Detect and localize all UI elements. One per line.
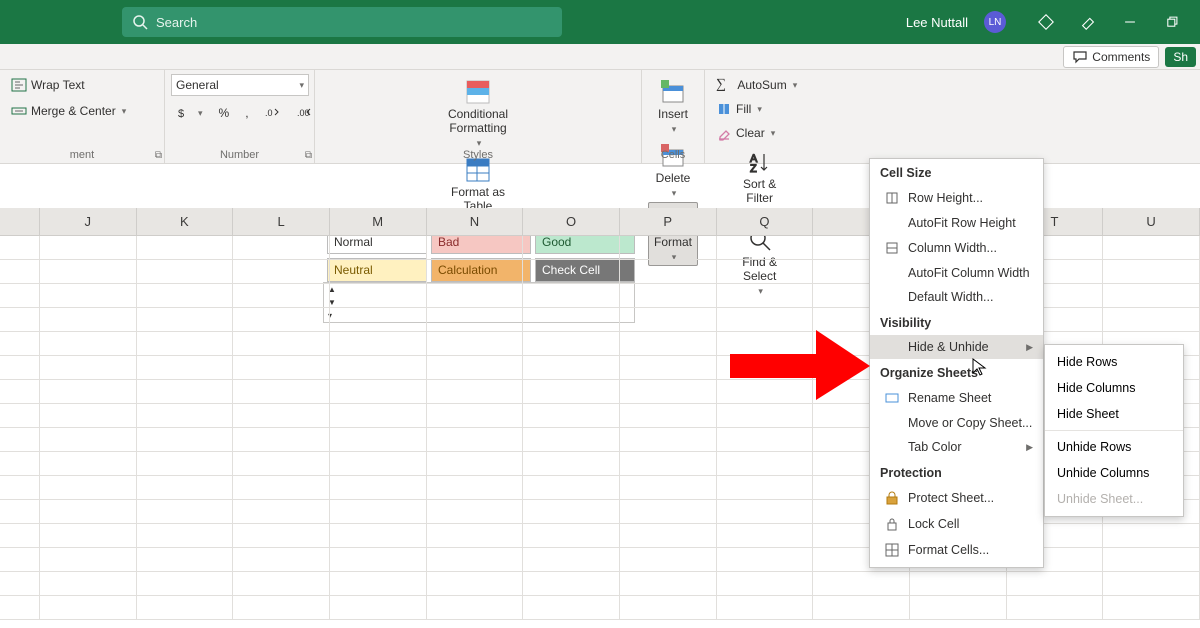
col-header[interactable]: L	[233, 208, 330, 236]
hide-rows-item[interactable]: Hide Rows	[1045, 349, 1183, 375]
search-placeholder: Search	[156, 15, 197, 30]
col-header[interactable]: K	[137, 208, 234, 236]
submenu-arrow-icon: ▶	[1026, 342, 1033, 353]
col-header[interactable]: O	[523, 208, 620, 236]
decrease-decimal-button[interactable]: .00	[292, 102, 318, 124]
restore-icon[interactable]	[1162, 12, 1182, 32]
editing-group: ∑ AutoSum▾ Fill▾ Clear▾ AZ Sort & Filter…	[705, 70, 814, 163]
avatar[interactable]: LN	[984, 11, 1006, 33]
wrap-text-icon	[11, 77, 27, 93]
rename-icon	[884, 390, 900, 406]
wrap-text-button[interactable]: Wrap Text	[6, 74, 90, 96]
eraser-icon[interactable]	[1078, 12, 1098, 32]
number-launcher-icon[interactable]: ⧉	[305, 150, 312, 161]
quick-access-row: Comments Sh	[0, 44, 1200, 70]
col-header[interactable]	[0, 208, 40, 236]
col-header[interactable]: P	[620, 208, 717, 236]
currency-icon: $	[176, 105, 192, 121]
row-height-icon	[884, 190, 900, 206]
fill-icon	[716, 101, 732, 117]
share-button[interactable]: Sh	[1165, 47, 1196, 67]
merge-center-button[interactable]: Merge & Center▾	[6, 100, 131, 122]
autofit-row-height-item[interactable]: AutoFit Row Height	[870, 211, 1043, 235]
increase-decimal-button[interactable]: .0	[260, 102, 286, 124]
alignment-launcher-icon[interactable]: ⧉	[155, 150, 162, 161]
search-icon	[132, 14, 148, 30]
number-group: General▾ $▾ % , .0 .00 Number ⧉	[165, 70, 315, 163]
search-input[interactable]: Search	[122, 7, 562, 37]
submenu-arrow-icon: ▶	[1026, 442, 1033, 453]
conditional-formatting-icon	[464, 78, 492, 106]
user-name: Lee Nuttall	[906, 15, 968, 30]
clear-icon	[716, 125, 732, 141]
insert-icon	[659, 78, 687, 106]
col-header[interactable]: Q	[717, 208, 814, 236]
col-header[interactable]: M	[330, 208, 427, 236]
hide-sheet-item[interactable]: Hide Sheet	[1045, 401, 1183, 427]
protect-icon	[884, 490, 900, 506]
col-header[interactable]: N	[427, 208, 524, 236]
svg-text:$: $	[178, 108, 184, 120]
alignment-group: Wrap Text Merge & Center▾ ment ⧉	[0, 70, 165, 163]
tab-color-item[interactable]: Tab Color▶	[870, 435, 1043, 459]
minimize-icon[interactable]	[1120, 12, 1140, 32]
move-copy-sheet-item[interactable]: Move or Copy Sheet...	[870, 411, 1043, 435]
default-width-item[interactable]: Default Width...	[870, 285, 1043, 309]
comments-button[interactable]: Comments	[1063, 46, 1159, 68]
accounting-format-button[interactable]: $▾	[171, 102, 208, 124]
hide-unhide-item[interactable]: Hide & Unhide▶	[870, 335, 1043, 359]
format-cells-item[interactable]: Format Cells...	[870, 537, 1043, 563]
rename-sheet-item[interactable]: Rename Sheet	[870, 385, 1043, 411]
col-width-icon	[884, 240, 900, 256]
autofit-column-width-item[interactable]: AutoFit Column Width	[870, 261, 1043, 285]
grid-row[interactable]	[0, 572, 1200, 596]
styles-group: Conditional Formatting▾ Format as Table▾…	[315, 70, 642, 163]
column-width-item[interactable]: Column Width...	[870, 235, 1043, 261]
increase-decimal-icon: .0	[265, 105, 281, 121]
ribbon: Wrap Text Merge & Center▾ ment ⧉ General…	[0, 70, 1200, 164]
hide-unhide-submenu: Hide Rows Hide Columns Hide Sheet Unhide…	[1044, 344, 1184, 517]
title-bar: Search Lee Nuttall LN	[0, 0, 1200, 44]
cells-group: Insert▾ Delete▾ Format▾ Cells	[642, 70, 705, 163]
svg-text:.0: .0	[265, 108, 273, 118]
format-dropdown: Cell Size Row Height... AutoFit Row Heig…	[869, 158, 1044, 568]
comment-icon	[1072, 49, 1088, 65]
insert-button[interactable]: Insert▾	[648, 74, 698, 138]
annotation-arrow-icon	[730, 330, 870, 400]
comma-button[interactable]: ,	[240, 103, 253, 123]
conditional-formatting-button[interactable]: Conditional Formatting▾	[321, 74, 635, 152]
lock-icon	[884, 516, 900, 532]
merge-center-icon	[11, 103, 27, 119]
cursor-icon	[972, 358, 988, 381]
clear-button[interactable]: Clear▾	[711, 122, 802, 144]
unhide-columns-item[interactable]: Unhide Columns	[1045, 460, 1183, 486]
unhide-rows-item[interactable]: Unhide Rows	[1045, 434, 1183, 460]
lock-cell-item[interactable]: Lock Cell	[870, 511, 1043, 537]
col-header[interactable]: U	[1103, 208, 1200, 236]
grid-row[interactable]	[0, 596, 1200, 620]
col-header[interactable]: J	[40, 208, 137, 236]
autosum-button[interactable]: ∑ AutoSum▾	[711, 74, 802, 96]
format-cells-icon	[884, 542, 900, 558]
protect-sheet-item[interactable]: Protect Sheet...	[870, 485, 1043, 511]
percent-button[interactable]: %	[214, 103, 235, 123]
unhide-sheet-item: Unhide Sheet...	[1045, 486, 1183, 512]
hide-columns-item[interactable]: Hide Columns	[1045, 375, 1183, 401]
number-format-select[interactable]: General▾	[171, 74, 309, 96]
diamond-icon[interactable]	[1036, 12, 1056, 32]
row-height-item[interactable]: Row Height...	[870, 185, 1043, 211]
fill-button[interactable]: Fill▾	[711, 98, 802, 120]
decrease-decimal-icon: .00	[297, 105, 313, 121]
